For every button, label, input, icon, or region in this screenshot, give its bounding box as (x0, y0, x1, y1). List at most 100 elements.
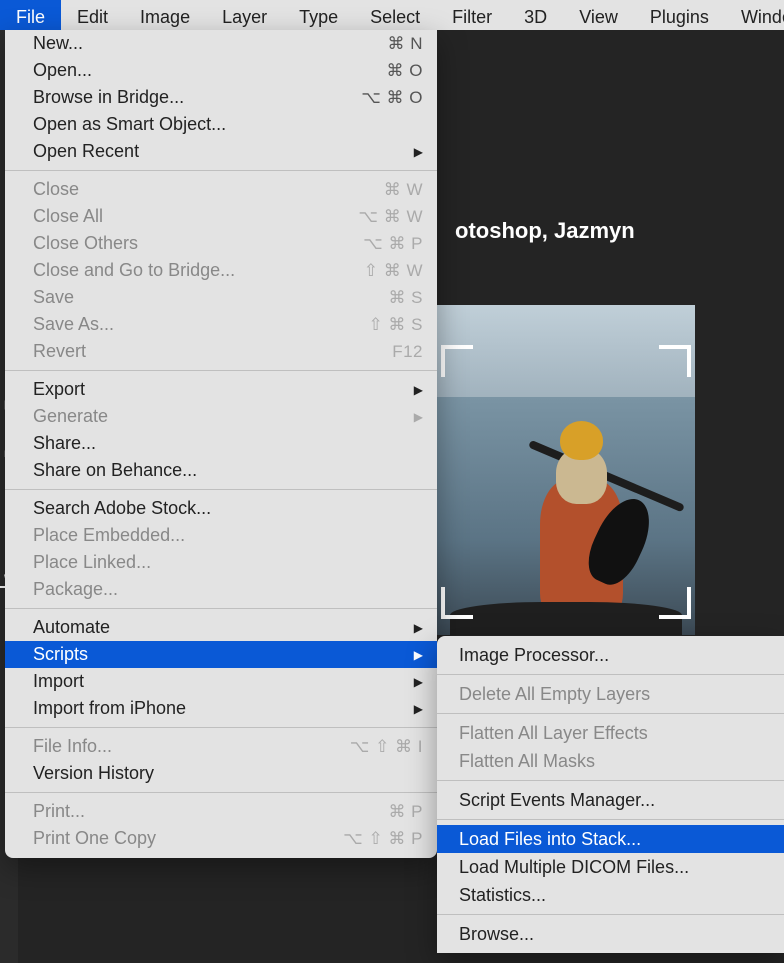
menu-item-load-multiple-dicom-files[interactable]: Load Multiple DICOM Files... (437, 853, 784, 881)
menu-item-shortcut: ⌘ P (388, 802, 423, 822)
menu-item-print-one-copy: Print One Copy⌥ ⇧ ⌘ P (5, 825, 437, 852)
menu-item-label: New... (33, 33, 388, 54)
submenu-arrow-icon: ▶ (414, 410, 423, 424)
menubar-item-image[interactable]: Image (124, 0, 206, 30)
menu-item-browse[interactable]: Browse... (437, 920, 784, 948)
menu-separator (5, 727, 437, 728)
submenu-arrow-icon: ▶ (414, 145, 423, 159)
menu-item-label: Generate (33, 406, 406, 427)
menu-item-open[interactable]: Open...⌘ O (5, 57, 437, 84)
menu-item-search-adobe-stock[interactable]: Search Adobe Stock... (5, 495, 437, 522)
menu-item-open-recent[interactable]: Open Recent▶ (5, 138, 437, 165)
menu-item-shortcut: ⌥ ⇧ ⌘ P (343, 829, 423, 849)
menu-item-load-files-into-stack[interactable]: Load Files into Stack... (437, 825, 784, 853)
menu-item-image-processor[interactable]: Image Processor... (437, 641, 784, 669)
menu-item-label: Automate (33, 617, 406, 638)
menu-item-label: Save As... (33, 314, 368, 335)
menu-separator (5, 608, 437, 609)
submenu-arrow-icon: ▶ (414, 648, 423, 662)
menu-separator (5, 370, 437, 371)
menubar-item-filter[interactable]: Filter (436, 0, 508, 30)
menu-item-shortcut: ⌘ S (388, 288, 423, 308)
menu-item-label: File Info... (33, 736, 350, 757)
menubar-item-edit[interactable]: Edit (61, 0, 124, 30)
submenu-arrow-icon: ▶ (414, 383, 423, 397)
menubar-item-plugins[interactable]: Plugins (634, 0, 725, 30)
menu-item-label: Close and Go to Bridge... (33, 260, 364, 281)
menu-item-generate: Generate ▶ (5, 403, 437, 430)
menu-item-label: Package... (33, 579, 423, 600)
menu-item-shortcut: ⌘ N (388, 34, 424, 54)
menu-item-label: Search Adobe Stock... (33, 498, 423, 519)
menu-item-new[interactable]: New...⌘ N (5, 30, 437, 57)
menu-item-label: Scripts (33, 644, 406, 665)
menubar-item-type[interactable]: Type (283, 0, 354, 30)
menu-item-open-as-smart-object[interactable]: Open as Smart Object... (5, 111, 437, 138)
menu-item-version-history[interactable]: Version History (5, 760, 437, 787)
menubar-item-view[interactable]: View (563, 0, 634, 30)
menu-item-print: Print...⌘ P (5, 798, 437, 825)
menu-item-shortcut: F12 (392, 342, 423, 362)
crop-bracket-icon (441, 587, 473, 619)
menu-item-label: Browse in Bridge... (33, 87, 361, 108)
menu-item-automate[interactable]: Automate ▶ (5, 614, 437, 641)
thumbnail-canoe (450, 602, 682, 635)
crop-bracket-icon (659, 587, 691, 619)
menu-item-share-on-behance[interactable]: Share on Behance... (5, 457, 437, 484)
menu-item-share[interactable]: Share... (5, 430, 437, 457)
menu-separator (437, 914, 784, 915)
menu-item-scripts[interactable]: Scripts ▶ (5, 641, 437, 668)
menubar-item-select[interactable]: Select (354, 0, 436, 30)
menu-item-label: Import from iPhone (33, 698, 406, 719)
menu-item-browse-in-bridge[interactable]: Browse in Bridge...⌥ ⌘ O (5, 84, 437, 111)
menu-item-save: Save⌘ S (5, 284, 437, 311)
menu-item-close-and-go-to-bridge: Close and Go to Bridge...⇧ ⌘ W (5, 257, 437, 284)
menu-item-flatten-all-masks: Flatten All Masks (437, 747, 784, 775)
menu-item-label: Browse... (459, 924, 768, 945)
menu-item-shortcut: ⌥ ⌘ O (361, 88, 423, 108)
menu-item-label: Import (33, 671, 406, 692)
menubar[interactable]: FileEditImageLayerTypeSelectFilter3DView… (0, 0, 784, 30)
menu-item-label: Print One Copy (33, 828, 343, 849)
menu-item-label: Load Multiple DICOM Files... (459, 857, 768, 878)
menu-separator (437, 819, 784, 820)
menubar-item-file[interactable]: File (0, 0, 61, 30)
crop-bracket-icon (441, 345, 473, 377)
menu-item-shortcut: ⌥ ⌘ P (363, 234, 423, 254)
menu-item-label: Load Files into Stack... (459, 829, 768, 850)
menu-item-label: Share... (33, 433, 423, 454)
menu-item-save-as: Save As...⇧ ⌘ S (5, 311, 437, 338)
menu-item-label: Share on Behance... (33, 460, 423, 481)
crop-bracket-icon (659, 345, 691, 377)
menu-item-file-info: File Info...⌥ ⇧ ⌘ I (5, 733, 437, 760)
menubar-item-3d[interactable]: 3D (508, 0, 563, 30)
menu-item-label: Script Events Manager... (459, 790, 768, 811)
menu-item-shortcut: ⌘ O (387, 61, 423, 81)
menu-item-statistics[interactable]: Statistics... (437, 881, 784, 909)
menu-item-label: Save (33, 287, 388, 308)
menu-separator (5, 792, 437, 793)
menu-item-label: Flatten All Masks (459, 751, 768, 772)
menu-item-import-from-iphone[interactable]: Import from iPhone ▶ (5, 695, 437, 722)
menu-separator (437, 780, 784, 781)
submenu-arrow-icon: ▶ (414, 621, 423, 635)
menu-item-label: Flatten All Layer Effects (459, 723, 768, 744)
menu-item-shortcut: ⌥ ⇧ ⌘ I (350, 737, 423, 757)
menu-item-place-embedded: Place Embedded... (5, 522, 437, 549)
submenu-arrow-icon: ▶ (414, 702, 423, 716)
recent-file-thumbnail[interactable] (437, 305, 695, 635)
menu-item-shortcut: ⇧ ⌘ S (368, 315, 423, 335)
menu-item-label: Statistics... (459, 885, 768, 906)
menu-item-label: Image Processor... (459, 645, 768, 666)
menu-item-label: Export (33, 379, 406, 400)
menubar-item-window[interactable]: Window (725, 0, 784, 30)
menu-item-label: Open... (33, 60, 387, 81)
menu-item-script-events-manager[interactable]: Script Events Manager... (437, 786, 784, 814)
menu-item-close: Close⌘ W (5, 176, 437, 203)
menu-item-close-all: Close All⌥ ⌘ W (5, 203, 437, 230)
menubar-item-layer[interactable]: Layer (206, 0, 283, 30)
file-menu-dropdown[interactable]: New...⌘ NOpen...⌘ OBrowse in Bridge...⌥ … (5, 30, 437, 858)
menu-item-import[interactable]: Import▶ (5, 668, 437, 695)
menu-item-export[interactable]: Export ▶ (5, 376, 437, 403)
scripts-submenu[interactable]: Image Processor...Delete All Empty Layer… (437, 636, 784, 953)
